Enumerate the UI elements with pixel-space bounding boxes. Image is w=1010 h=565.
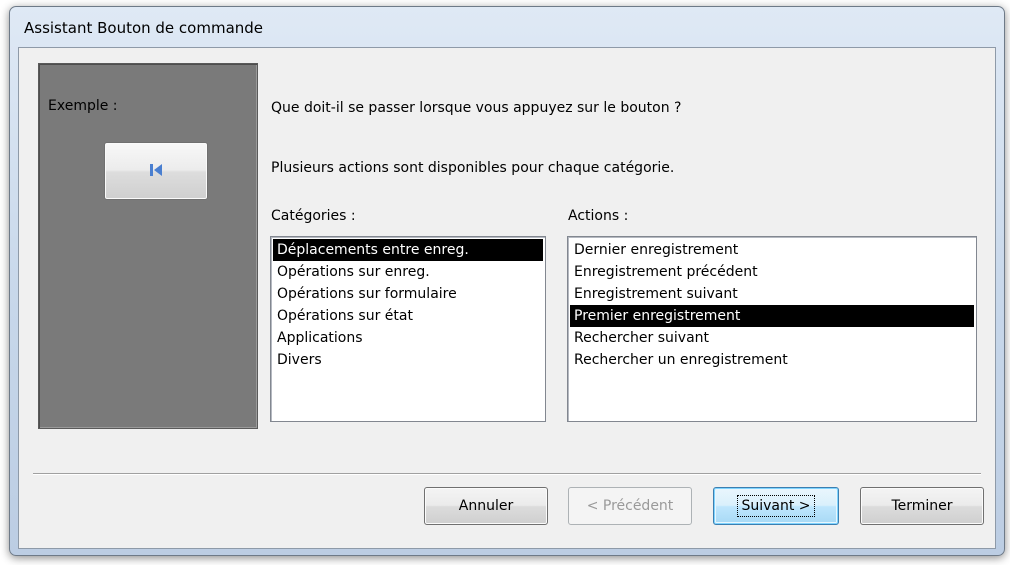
action-item[interactable]: Enregistrement suivant (570, 283, 974, 305)
action-item[interactable]: Rechercher un enregistrement (570, 349, 974, 371)
action-item[interactable]: Rechercher suivant (570, 327, 974, 349)
cancel-button-label: Annuler (458, 498, 514, 514)
hint-text: Plusieurs actions sont disponibles pour … (271, 160, 675, 176)
category-item[interactable]: Opérations sur état (273, 305, 543, 327)
button-separator (33, 473, 981, 475)
wizard-window: Assistant Bouton de commande Exemple : Q… (9, 6, 1005, 556)
finish-button[interactable]: Terminer (860, 487, 984, 525)
question-text: Que doit-il se passer lorsque vous appuy… (271, 100, 682, 116)
example-panel: Exemple : (38, 63, 258, 429)
example-preview-button[interactable] (104, 142, 208, 200)
action-item[interactable]: Dernier enregistrement (570, 239, 974, 261)
title-bar[interactable]: Assistant Bouton de commande (10, 7, 1004, 47)
action-item[interactable]: Premier enregistrement (570, 305, 974, 327)
actions-listbox[interactable]: Dernier enregistrement Enregistrement pr… (567, 236, 977, 422)
category-item[interactable]: Opérations sur formulaire (273, 283, 543, 305)
cancel-button[interactable]: Annuler (424, 487, 548, 525)
previous-button[interactable]: < Précédent (568, 487, 692, 525)
category-item[interactable]: Divers (273, 349, 543, 371)
next-button-label: Suivant > (737, 495, 815, 517)
actions-label: Actions : (568, 208, 629, 224)
wizard-client-area: Exemple : Que doit-il se passer lorsque … (18, 47, 996, 549)
example-label: Exemple : (48, 98, 118, 114)
previous-button-label: < Précédent (586, 498, 674, 514)
window-title: Assistant Bouton de commande (24, 19, 264, 37)
finish-button-label: Terminer (891, 498, 953, 514)
categories-listbox[interactable]: Déplacements entre enreg. Opérations sur… (270, 236, 546, 422)
category-item[interactable]: Déplacements entre enreg. (273, 239, 543, 261)
category-item[interactable]: Applications (273, 327, 543, 349)
category-item[interactable]: Opérations sur enreg. (273, 261, 543, 283)
first-record-icon (150, 164, 162, 176)
next-button[interactable]: Suivant > (713, 487, 839, 525)
categories-label: Catégories : (271, 208, 356, 224)
action-item[interactable]: Enregistrement précédent (570, 261, 974, 283)
